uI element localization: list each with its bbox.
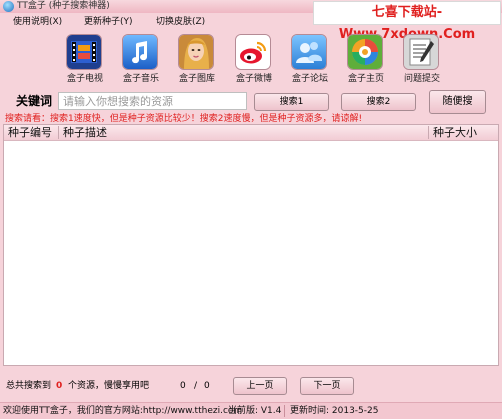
column-header-seed-id[interactable]: 种子编号	[8, 125, 52, 140]
toolbar-tv-label: 盒子电视	[66, 74, 103, 84]
prev-page-button[interactable]: 上一页	[233, 377, 287, 395]
result-count-suffix: 个资源，慢慢享用吧	[68, 381, 150, 391]
toolbar-music-button[interactable]: 盒子音乐	[116, 34, 166, 86]
column-header-description[interactable]: 种子描述	[63, 125, 107, 140]
app-window: TT盒子 (种子搜索神器) 七喜下载站-Www.7xdown.Com 使用说明(…	[0, 0, 502, 419]
search1-button[interactable]: 搜索1	[254, 93, 329, 111]
status-divider	[284, 405, 285, 417]
watermark-banner: 七喜下载站-Www.7xdown.Com	[313, 1, 501, 42]
results-list[interactable]: 种子编号 种子描述 种子大小	[3, 124, 499, 366]
toolbar-forum-button[interactable]: 盒子论坛	[285, 34, 335, 86]
portrait-icon	[178, 34, 214, 70]
toolbar-forum-label: 盒子论坛	[291, 74, 328, 84]
weibo-icon	[235, 34, 271, 70]
toolbar-feedback-button[interactable]: 问题提交	[397, 34, 447, 86]
toolbar-weibo-label: 盒子微博	[235, 74, 272, 84]
app-logo-icon	[3, 1, 14, 12]
page-separator: /	[194, 381, 198, 391]
toolbar-music-label: 盒子音乐	[122, 74, 159, 84]
result-count: 0	[56, 381, 63, 391]
menu-item-switch-skin[interactable]: 切换皮肤(Z)	[156, 16, 205, 28]
next-page-button[interactable]: 下一页	[300, 377, 354, 395]
toolbar-gallery-label: 盒子图库	[178, 74, 215, 84]
menu-item-help[interactable]: 使用说明(X)	[13, 16, 62, 28]
page-current: 0	[180, 381, 186, 391]
keyword-label: 关键词	[16, 94, 53, 108]
update-date-text: 更新时间: 2013-5-25	[290, 406, 379, 416]
search2-button[interactable]: 搜索2	[341, 93, 416, 111]
notepad-pen-icon	[403, 34, 439, 70]
column-header-size[interactable]: 种子大小	[433, 125, 477, 140]
forum-users-icon	[291, 34, 327, 70]
music-note-icon	[122, 34, 158, 70]
status-bar: 欢迎使用TT盒子，我们的官方网站:http://www.tthezi.com 当…	[0, 402, 502, 419]
window-title: TT盒子 (种子搜索神器)	[17, 1, 110, 11]
welcome-text: 欢迎使用TT盒子，我们的官方网站:http://www.tthezi.com	[3, 406, 243, 416]
search-input[interactable]	[58, 92, 247, 110]
toolbar: 盒子电视 盒子音乐 盒子图库 盒子微博 盒子论坛 盒子主页 问题提交	[0, 32, 502, 86]
page-total: 0	[204, 381, 210, 391]
column-divider[interactable]	[428, 126, 429, 139]
film-icon	[66, 34, 102, 70]
search-row: 关键词 搜索1 搜索2 随便搜	[0, 90, 502, 114]
status-row: 总共搜索到 0 个资源，慢慢享用吧 0 / 0 上一页 下一页	[0, 376, 502, 396]
menu-item-update-seeds[interactable]: 更新种子(Y)	[84, 16, 133, 28]
home-swirl-icon	[347, 34, 383, 70]
toolbar-home-label: 盒子主页	[347, 74, 384, 84]
menu-bar: 使用说明(X) 更新种子(Y) 切换皮肤(Z)	[0, 13, 312, 31]
random-search-button[interactable]: 随便搜	[429, 90, 486, 114]
result-count-prefix: 总共搜索到	[6, 381, 52, 391]
toolbar-weibo-button[interactable]: 盒子微博	[229, 34, 279, 86]
toolbar-home-button[interactable]: 盒子主页	[341, 34, 391, 86]
results-header: 种子编号 种子描述 种子大小	[4, 125, 498, 141]
toolbar-gallery-button[interactable]: 盒子图库	[172, 34, 222, 86]
toolbar-feedback-label: 问题提交	[403, 74, 440, 84]
toolbar-tv-button[interactable]: 盒子电视	[60, 34, 110, 86]
version-text: 当前版: V1.4	[228, 406, 282, 416]
column-divider[interactable]	[58, 126, 59, 139]
